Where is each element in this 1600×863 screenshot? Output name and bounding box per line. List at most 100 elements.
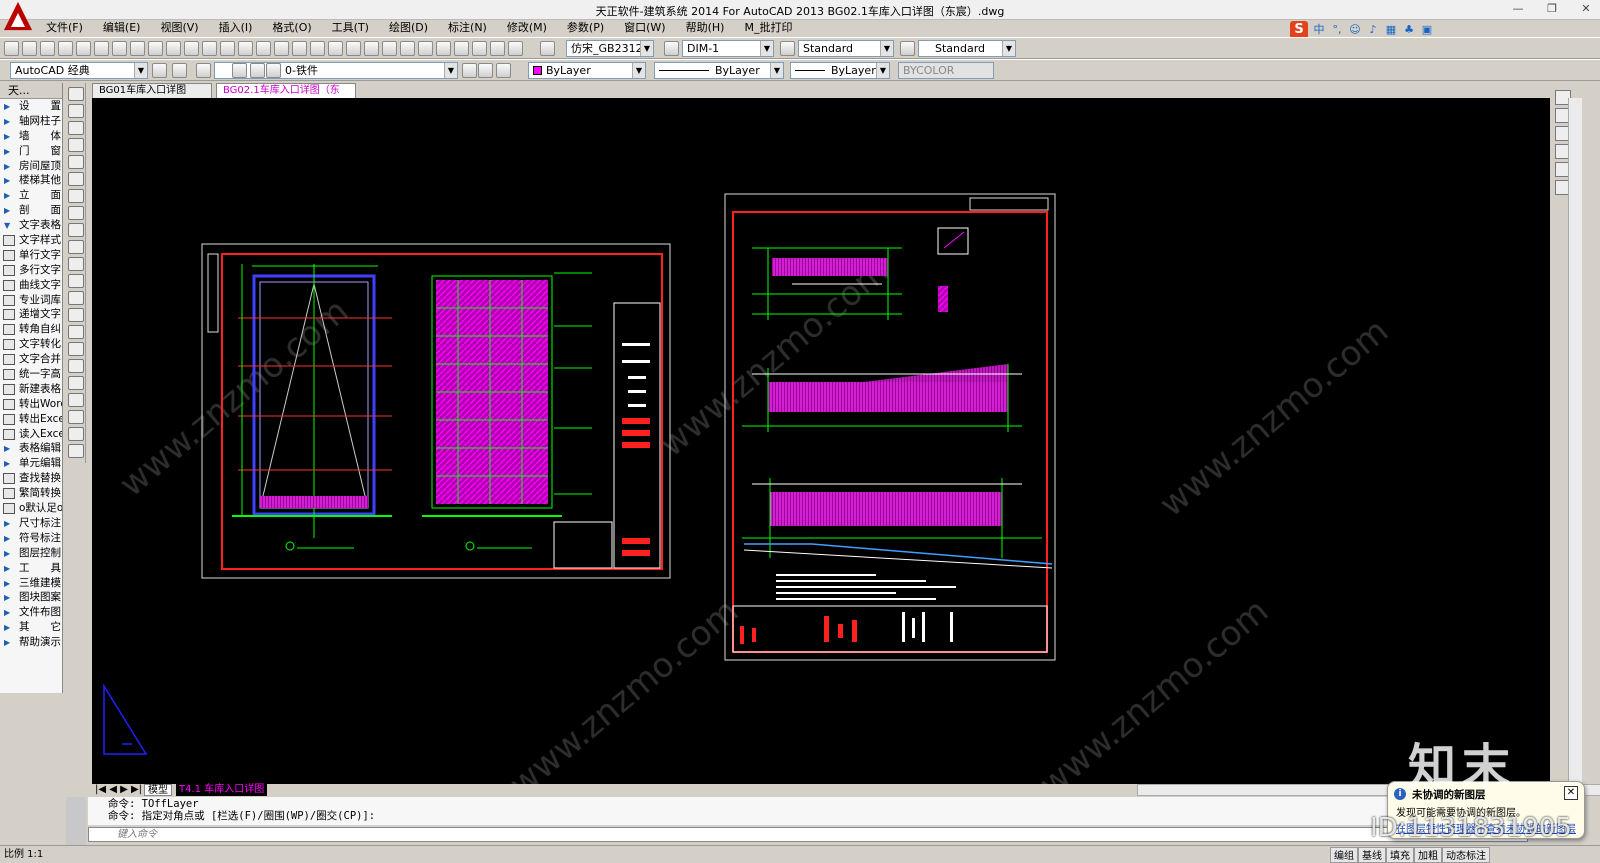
sheet-bg01[interactable] [201,243,671,579]
screen-menu-item[interactable]: 转角自纠 [0,322,62,337]
menu-item[interactable]: 帮助(H) [676,20,735,36]
toolbar-button-icon[interactable] [22,41,37,56]
draw-tool-icon[interactable] [68,87,84,101]
multileader-style-combo[interactable]: Standard ▼ [918,40,1016,57]
toolbar-button-icon[interactable] [400,41,415,56]
table-style-combo[interactable]: Standard ▼ [798,40,894,57]
toolbar-button-icon[interactable] [900,41,915,56]
status-toggle-button[interactable]: 填充 [1386,847,1414,863]
menu-item[interactable]: 格式(O) [262,20,321,36]
status-toggle-button[interactable]: 基线 [1358,847,1386,863]
draw-tool-icon[interactable] [68,342,84,356]
toolbar-button-icon[interactable] [780,41,795,56]
draw-tool-icon[interactable] [68,274,84,288]
screen-menu-item[interactable]: 单行文字 [0,248,62,263]
toolbar-button-icon[interactable] [382,41,397,56]
screen-menu-item[interactable]: 读入Excel [0,427,62,442]
close-button[interactable]: ✕ [1578,2,1594,16]
toolbar-button-icon[interactable] [292,41,307,56]
toolbar-button-icon[interactable] [310,41,325,56]
toolbar-button-icon[interactable] [462,63,477,78]
toolbar-button-icon[interactable] [58,41,73,56]
doc-tab-bg02[interactable]: BG02.1车库入口详图（东宸） [216,83,356,110]
draw-tool-icon[interactable] [68,376,84,390]
notification-close-button[interactable]: ✕ [1564,786,1578,800]
toolbar-button-icon[interactable] [328,41,343,56]
menu-item[interactable]: 标注(N) [438,20,497,36]
menu-item[interactable]: 文件(F) [36,20,93,36]
sheet-bg02[interactable] [724,193,1056,661]
toolbar-button-icon[interactable] [490,41,505,56]
toolbar-button-icon[interactable] [76,41,91,56]
text-style-combo[interactable]: 仿宋_GB2312 ▼ [566,40,654,57]
draw-tool-icon[interactable] [68,240,84,254]
toolbar-button-icon[interactable] [266,63,281,78]
screen-menu-item[interactable]: ▶ 其 它 [0,620,62,635]
toolbar-button-icon[interactable] [152,63,167,78]
toolbar-button-icon[interactable] [540,41,555,56]
draw-tool-icon[interactable] [68,308,84,322]
screen-menu-item[interactable]: 文字转化 [0,337,62,352]
draw-tool-icon[interactable] [68,325,84,339]
screen-menu-item[interactable]: ▶ 立 面 [0,188,62,203]
screen-menu-item[interactable]: ▶ 文件布图 [0,605,62,620]
toolbar-button-icon[interactable] [364,41,379,56]
toolbar-button-icon[interactable] [184,41,199,56]
doc-tab-bg01[interactable]: BG01车库入口详图（2#） [92,83,212,110]
drawing-canvas[interactable]: www.znzmo.com www.znzmo.com www.znzmo.co… [92,98,1550,784]
screen-menu-item[interactable]: ▶ 楼梯其他 [0,173,62,188]
screen-menu-item[interactable]: ▶ 单元编辑 [0,456,62,471]
toolbar-button-icon[interactable] [220,41,235,56]
screen-menu-item[interactable]: 繁简转换 [0,486,62,501]
status-toggle-button[interactable]: 动态标注 [1442,847,1490,863]
menu-item[interactable]: 绘图(D) [379,20,438,36]
chinese-mode-icon[interactable]: 中 [1312,23,1326,37]
toolbar-button-icon[interactable] [508,41,523,56]
toolbar-button-icon[interactable] [196,63,211,78]
screen-menu-item[interactable]: ▶ 工 具 [0,561,62,576]
minimize-button[interactable]: — [1510,2,1526,16]
draw-tool-icon[interactable] [68,172,84,186]
draw-tool-icon[interactable] [68,257,84,271]
toolbar-button-icon[interactable] [478,63,493,78]
draw-tool-icon[interactable] [68,223,84,237]
screen-menu-item[interactable]: o默认足o [0,501,62,516]
screen-menu-item[interactable]: ▶ 轴网柱子 [0,114,62,129]
toolbar-button-icon[interactable] [274,41,289,56]
tab-layout-t41[interactable]: T4.1 车库入口详图 [176,784,268,796]
linetype-combo[interactable]: ByLayer ▼ [654,62,784,79]
toolbar-button-icon[interactable] [112,41,127,56]
vertical-scrollbar[interactable] [1568,98,1582,784]
toolbar-button-icon[interactable] [454,41,469,56]
screen-menu-item[interactable]: ▶ 墙 体 [0,129,62,144]
menu-item[interactable]: 视图(V) [150,20,208,36]
screen-menu-item[interactable]: 查找替换 [0,471,62,486]
workspace-combo[interactable]: AutoCAD 经典 ▼ [10,62,148,79]
toolbar-button-icon[interactable] [418,41,433,56]
toolbar-button-icon[interactable] [256,41,271,56]
draw-tool-icon[interactable] [68,121,84,135]
screen-menu-item[interactable]: ▶ 尺寸标注 [0,516,62,531]
screen-menu-item[interactable]: 多行文字 [0,263,62,278]
draw-tool-icon[interactable] [68,393,84,407]
draw-tool-icon[interactable] [68,427,84,441]
screen-menu-item[interactable]: 统一字高 [0,367,62,382]
screen-menu-item[interactable]: 转出Word [0,397,62,412]
plotstyle-combo[interactable]: BYCOLOR [898,62,994,79]
scale-readout[interactable]: 比例 1:1 [4,846,43,863]
toolbar-button-icon[interactable] [346,41,361,56]
screen-menu-item[interactable]: 递增文字 [0,307,62,322]
color-combo[interactable]: ByLayer ▼ [528,62,646,79]
screen-menu-item[interactable]: 曲线文字 [0,278,62,293]
lineweight-combo[interactable]: ByLayer ▼ [790,62,890,79]
toolbar-button-icon[interactable] [436,41,451,56]
draw-tool-icon[interactable] [68,410,84,424]
draw-tool-icon[interactable] [68,189,84,203]
toolbar-button-icon[interactable] [232,63,247,78]
toolbar-button-icon[interactable] [148,41,163,56]
command-window-handle[interactable] [66,797,86,845]
screen-menu-item[interactable]: ▶ 三维建模 [0,576,62,591]
toolbar-button-icon[interactable] [238,41,253,56]
toolbar-button-icon[interactable] [130,41,145,56]
screen-menu-item[interactable]: 文字合并 [0,352,62,367]
